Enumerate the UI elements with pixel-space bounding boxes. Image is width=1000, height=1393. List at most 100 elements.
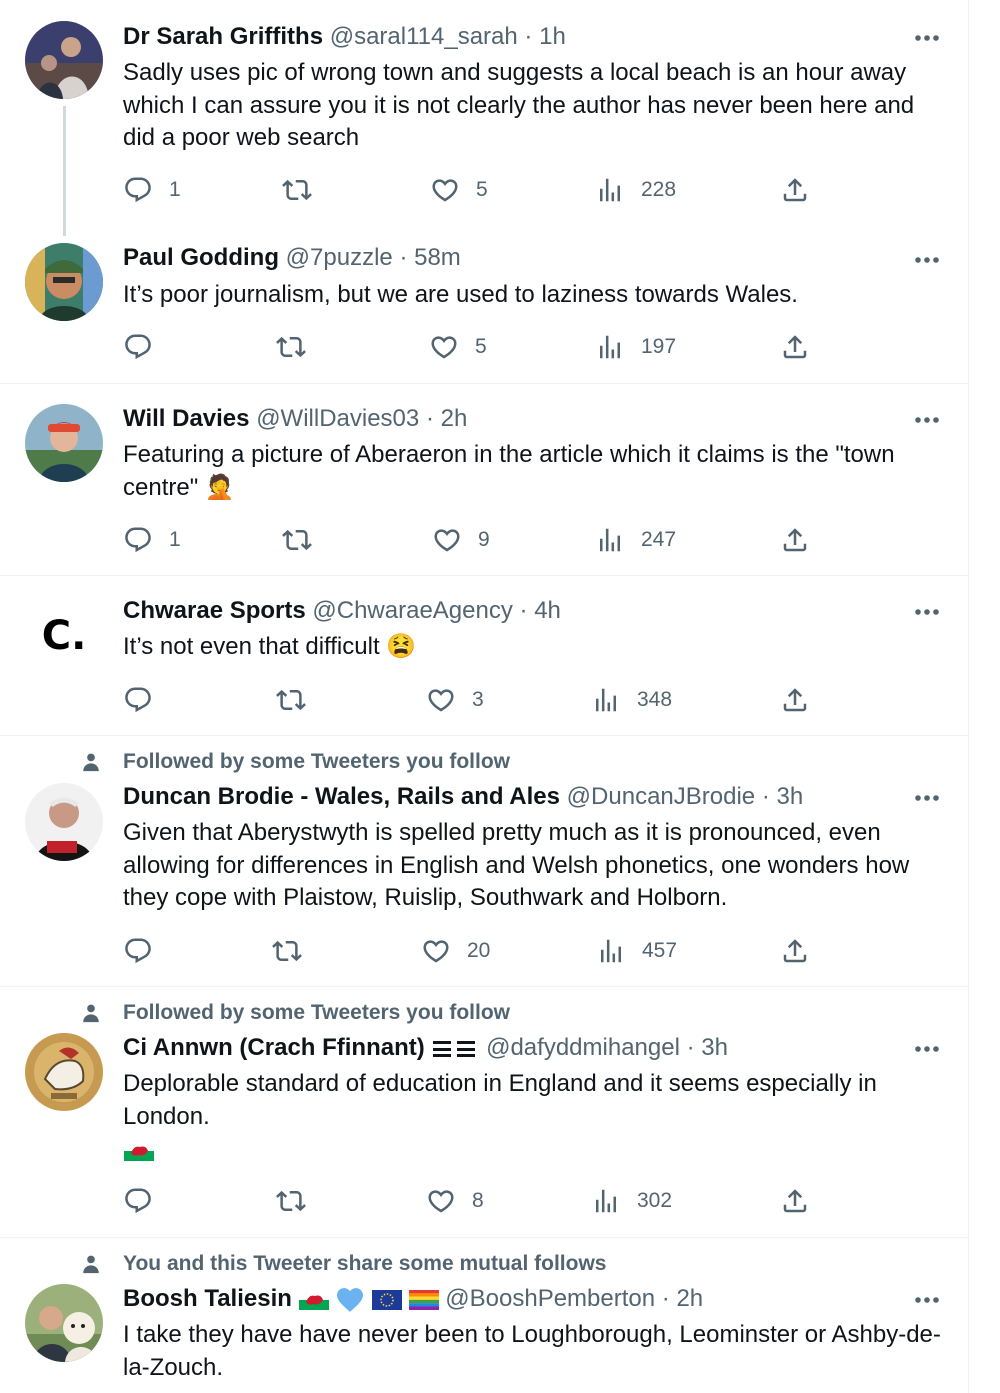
views-button[interactable]: 457 bbox=[596, 934, 677, 968]
views-icon bbox=[595, 525, 625, 555]
views-button[interactable]: 302 bbox=[591, 1184, 672, 1218]
reply-button[interactable] bbox=[123, 683, 169, 717]
action-bar: 3 348 bbox=[0, 683, 968, 717]
views-button[interactable]: 348 bbox=[591, 683, 672, 717]
author-name[interactable]: Dr Sarah Griffiths bbox=[123, 23, 323, 50]
more-icon[interactable] bbox=[914, 608, 940, 616]
views-icon bbox=[595, 332, 625, 362]
author-name[interactable]: Chwarae Sports bbox=[123, 597, 306, 624]
welsh-flag-icon bbox=[298, 1289, 329, 1310]
author-name[interactable]: Duncan Brodie - Wales, Rails and Ales bbox=[123, 783, 560, 810]
like-button[interactable]: 20 bbox=[421, 934, 490, 968]
author-handle[interactable]: @7puzzle bbox=[286, 244, 393, 271]
author-name[interactable]: Will Davies bbox=[123, 405, 250, 432]
author-handle[interactable]: @saral114_sarah bbox=[330, 23, 518, 50]
reply-button[interactable]: 1 bbox=[123, 523, 181, 557]
retweet-button[interactable] bbox=[282, 523, 328, 557]
share-icon bbox=[780, 936, 810, 966]
like-button[interactable]: 8 bbox=[426, 1184, 484, 1218]
more-icon[interactable] bbox=[914, 256, 940, 264]
retweet-button[interactable] bbox=[276, 330, 322, 364]
like-button[interactable]: 5 bbox=[429, 330, 487, 364]
more-icon[interactable] bbox=[914, 794, 940, 802]
share-button[interactable] bbox=[780, 934, 810, 968]
retweet-button[interactable] bbox=[276, 683, 322, 717]
avatar[interactable] bbox=[25, 783, 103, 861]
heart-icon bbox=[421, 936, 451, 966]
author-handle[interactable]: @ChwaraeAgency bbox=[312, 597, 512, 624]
share-button[interactable] bbox=[780, 173, 810, 207]
author-handle[interactable]: @DuncanJBrodie bbox=[567, 783, 755, 810]
tweet-3[interactable]: Will Davies @WillDavies03 · 2h Featuring… bbox=[0, 384, 968, 576]
author-handle[interactable]: @dafyddmihangel bbox=[486, 1034, 680, 1061]
timestamp[interactable]: 58m bbox=[414, 244, 461, 271]
share-button[interactable] bbox=[780, 523, 810, 557]
reply-button[interactable] bbox=[123, 1184, 169, 1218]
tweet-header: Chwarae Sports @ChwaraeAgency · 4h bbox=[123, 596, 948, 626]
reply-button[interactable] bbox=[123, 934, 169, 968]
social-context[interactable]: Followed by some Tweeters you follow bbox=[123, 749, 510, 775]
separator-dot: · bbox=[761, 783, 770, 810]
author-handle[interactable]: @BooshPemberton bbox=[445, 1285, 655, 1312]
social-context[interactable]: You and this Tweeter share some mutual f… bbox=[123, 1251, 606, 1277]
more-icon[interactable] bbox=[914, 1045, 940, 1053]
welsh-flag-icon bbox=[124, 1141, 154, 1161]
avatar[interactable] bbox=[25, 1033, 103, 1111]
reply-button[interactable] bbox=[123, 330, 169, 364]
retweet-button[interactable] bbox=[272, 934, 318, 968]
share-icon bbox=[780, 525, 810, 555]
author-handle[interactable]: @WillDavies03 bbox=[256, 405, 419, 432]
views-button[interactable]: 197 bbox=[595, 330, 676, 364]
person-icon bbox=[80, 1253, 102, 1275]
social-context[interactable]: Followed by some Tweeters you follow bbox=[123, 1000, 510, 1026]
like-count: 9 bbox=[478, 528, 490, 551]
more-icon[interactable] bbox=[914, 34, 940, 42]
share-button[interactable] bbox=[780, 330, 810, 364]
views-button[interactable]: 247 bbox=[595, 523, 676, 557]
timestamp[interactable]: 2h bbox=[441, 405, 468, 432]
author-name[interactable]: Boosh Taliesin bbox=[123, 1285, 292, 1312]
tweet-2[interactable]: Paul Godding @7puzzle · 58m It’s poor jo… bbox=[0, 222, 968, 384]
person-icon bbox=[80, 751, 102, 773]
like-button[interactable]: 5 bbox=[430, 173, 488, 207]
share-button[interactable] bbox=[780, 683, 810, 717]
timestamp[interactable]: 4h bbox=[534, 597, 561, 624]
timestamp[interactable]: 1h bbox=[539, 23, 566, 50]
tweet-4[interactable]: C. Chwarae Sports @ChwaraeAgency · 4h It… bbox=[0, 576, 968, 736]
timestamp[interactable]: 3h bbox=[701, 1034, 728, 1061]
reply-icon bbox=[123, 1186, 153, 1216]
separator-dot: · bbox=[399, 244, 408, 271]
retweet-button[interactable] bbox=[276, 1184, 322, 1218]
author-name[interactable]: Ci Annwn (Crach Ffinnant) bbox=[123, 1034, 425, 1061]
tweet-5[interactable]: Followed by some Tweeters you follow Dun… bbox=[0, 736, 968, 987]
separator-dot: · bbox=[686, 1034, 695, 1061]
blue-heart-icon bbox=[337, 1287, 364, 1312]
tweet-text: Deplorable standard of education in Engl… bbox=[123, 1070, 877, 1130]
heart-icon bbox=[426, 685, 456, 715]
retweet-icon bbox=[282, 525, 312, 555]
tweet-1[interactable]: Dr Sarah Griffiths @saral114_sarah · 1h … bbox=[0, 0, 968, 236]
more-icon[interactable] bbox=[914, 416, 940, 424]
reply-button[interactable]: 1 bbox=[123, 173, 181, 207]
share-button[interactable] bbox=[780, 1184, 810, 1218]
avatar[interactable] bbox=[25, 243, 103, 321]
views-button[interactable]: 228 bbox=[595, 173, 676, 207]
reply-icon bbox=[123, 332, 153, 362]
tweet-7[interactable]: You and this Tweeter share some mutual f… bbox=[0, 1238, 968, 1393]
avatar[interactable] bbox=[25, 404, 103, 482]
avatar[interactable]: C. bbox=[25, 597, 103, 675]
like-button[interactable]: 3 bbox=[426, 683, 484, 717]
action-bar: 20 457 bbox=[0, 934, 968, 968]
author-name[interactable]: Paul Godding bbox=[123, 244, 279, 271]
avatar[interactable] bbox=[25, 1284, 103, 1362]
tweet-text: Featuring a picture of Aberaeron in the … bbox=[123, 441, 895, 501]
avatar[interactable] bbox=[25, 21, 103, 99]
timestamp[interactable]: 3h bbox=[776, 783, 803, 810]
timestamp[interactable]: 2h bbox=[676, 1285, 703, 1312]
retweet-button[interactable] bbox=[282, 173, 328, 207]
like-button[interactable]: 9 bbox=[432, 523, 490, 557]
more-icon[interactable] bbox=[914, 1296, 940, 1304]
tweet-6[interactable]: Followed by some Tweeters you follow Ci … bbox=[0, 987, 968, 1238]
separator-dot: · bbox=[524, 23, 533, 50]
person-icon bbox=[80, 1002, 102, 1024]
